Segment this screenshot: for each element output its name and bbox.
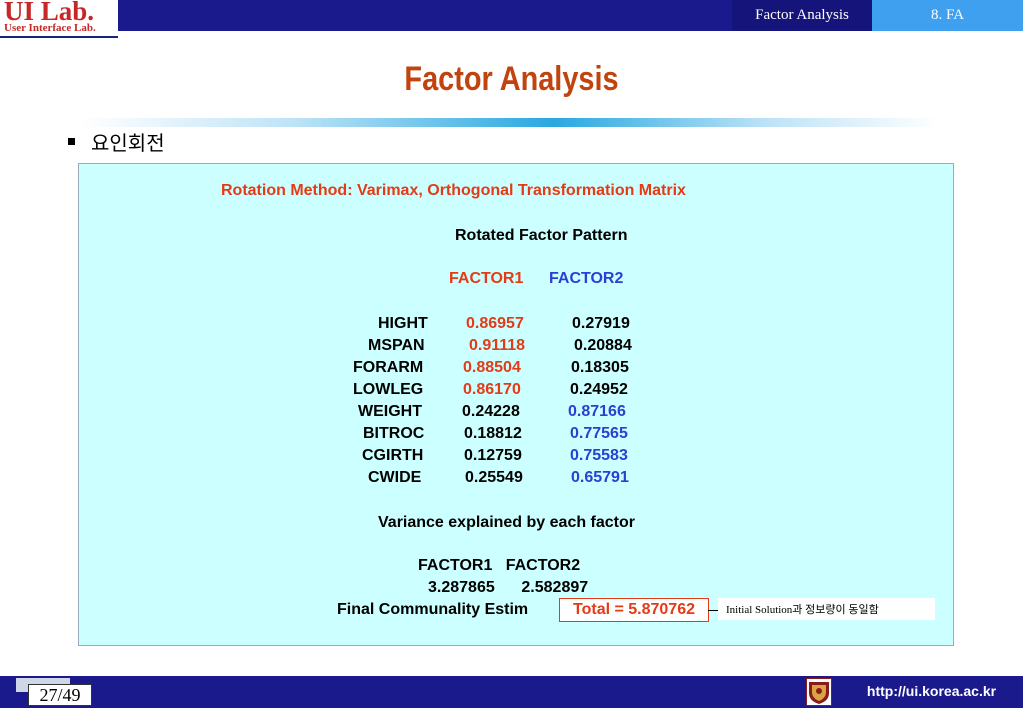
- rotation-heading: Rotation Method: Varimax, Orthogonal Tra…: [221, 182, 686, 199]
- bullet-item: 요인회전: [68, 127, 165, 155]
- site-url-link[interactable]: http://ui.korea.ac.kr: [840, 676, 1023, 706]
- row-f2: 0.75583: [570, 447, 628, 464]
- row-f1: 0.12759: [464, 447, 522, 464]
- row-f1: 0.86957: [466, 315, 524, 332]
- row-var: LOWLEG: [353, 381, 424, 398]
- row-f1: 0.24228: [462, 403, 520, 420]
- row-var: CWIDE: [368, 469, 422, 486]
- row-var: WEIGHT: [358, 403, 422, 420]
- variance-values: 3.287865 2.582897: [428, 579, 589, 596]
- bullet-square-icon: [68, 137, 75, 145]
- logo-subtitle: User Interface Lab.: [4, 22, 96, 34]
- row-var: CGIRTH: [362, 447, 424, 464]
- page-number: 27/49: [28, 684, 92, 706]
- slide-title: Factor Analysis: [404, 60, 619, 98]
- tab-factor-analysis[interactable]: Factor Analysis: [732, 0, 872, 31]
- ui-lab-logo: UI Lab. User Interface Lab.: [0, 0, 118, 38]
- row-f2: 0.24952: [570, 381, 628, 398]
- row-f1: 0.25549: [465, 469, 523, 486]
- row-var: FORARM: [353, 359, 424, 376]
- row-f1: 0.88504: [463, 359, 521, 376]
- row-f2: 0.65791: [571, 469, 629, 486]
- row-f2: 0.20884: [574, 337, 632, 354]
- variance-title: Variance explained by each factor: [378, 514, 636, 531]
- top-bar: UI Lab. User Interface Lab. Factor Analy…: [0, 0, 1023, 38]
- row-f2: 0.77565: [570, 425, 628, 442]
- title-underline: [80, 118, 940, 127]
- row-f1: 0.86170: [463, 381, 521, 398]
- row-f2: 0.18305: [571, 359, 629, 376]
- callout-connector: [708, 610, 718, 611]
- row-f2: 0.87166: [568, 403, 626, 420]
- row-var: BITROC: [363, 425, 425, 442]
- row-f2: 0.27919: [572, 315, 630, 332]
- total-callout: Total = 5.870762: [559, 598, 709, 622]
- bullet-text: 요인회전: [91, 130, 165, 155]
- row-var: MSPAN: [368, 337, 425, 354]
- tab-section-8[interactable]: 8. FA: [872, 0, 1023, 31]
- variance-headers: FACTOR1 FACTOR2: [418, 557, 581, 574]
- row-f1: 0.91118: [469, 337, 526, 354]
- factor1-header: FACTOR1: [449, 270, 524, 287]
- row-f1: 0.18812: [464, 425, 522, 442]
- note-callout: Initial Solution과 정보량이 동일함: [718, 598, 935, 620]
- factor2-header: FACTOR2: [549, 270, 624, 287]
- university-emblem-icon: [806, 678, 832, 706]
- pattern-title: Rotated Factor Pattern: [455, 227, 628, 244]
- communality-label: Final Communality Estim: [337, 601, 529, 618]
- row-var: HIGHT: [378, 315, 428, 332]
